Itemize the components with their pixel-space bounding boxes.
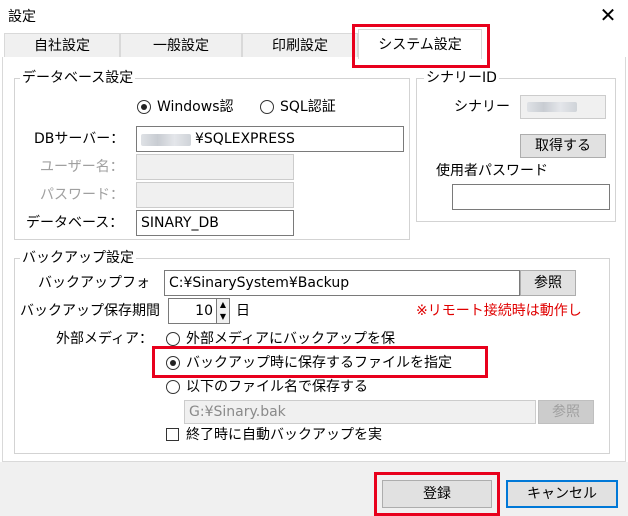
sinary-id-legend: シナリーID: [424, 69, 499, 87]
spin-down-icon[interactable]: ▼: [217, 311, 229, 323]
db-server-input[interactable]: ¥SQLEXPRESS: [136, 126, 404, 152]
backup-folder-browse-button[interactable]: 参照: [520, 270, 576, 296]
retention-label: バックアップ保存期間: [20, 303, 160, 319]
db-name-input[interactable]: SINARY_DB: [136, 210, 294, 236]
redacted-sinary-id: [527, 102, 577, 112]
user-password-input[interactable]: [452, 184, 610, 210]
option-filename-label: 以下のファイル名で保存する: [186, 379, 368, 395]
tab-company-settings[interactable]: 自社設定: [4, 33, 120, 58]
cancel-button[interactable]: キャンセル: [506, 480, 618, 508]
retention-spinner[interactable]: ▲ ▼: [216, 298, 230, 324]
remote-note: ※リモート接続時は動作し: [416, 303, 582, 319]
backup-legend: バックアップ設定: [20, 249, 136, 267]
db-password-label: パスワード：: [40, 187, 124, 203]
backup-folder-input[interactable]: C:¥SinarySystem¥Backup: [164, 270, 520, 296]
auto-backup-checkbox[interactable]: [166, 428, 179, 441]
user-password-label: 使用者パスワード: [436, 163, 548, 179]
auth-windows-label: Windows認: [157, 99, 234, 115]
close-icon[interactable]: ✕: [596, 2, 620, 28]
external-media-label: 外部メディア：: [56, 331, 154, 347]
sinary-id-field: [520, 95, 606, 119]
retention-unit: 日: [236, 303, 250, 319]
highlight-tab-system: [352, 24, 490, 68]
db-name-label: データベース：: [26, 215, 124, 231]
retention-input[interactable]: 10: [168, 298, 218, 324]
db-user-input[interactable]: [136, 154, 294, 180]
highlight-specify-file: [152, 346, 488, 378]
db-user-label: ユーザー名：: [40, 159, 124, 175]
auth-sql-radio[interactable]: [260, 100, 274, 114]
auto-backup-label: 終了時に自動バックアップを実: [186, 427, 382, 443]
auth-windows-radio[interactable]: [137, 100, 151, 114]
tab-print-settings[interactable]: 印刷設定: [242, 33, 358, 58]
option-filename-radio[interactable]: [166, 380, 180, 394]
sinary-id-label: シナリー: [454, 99, 510, 115]
tab-general-settings[interactable]: 一般設定: [120, 33, 242, 58]
acquire-button[interactable]: 取得する: [520, 134, 606, 158]
db-server-value: ¥SQLEXPRESS: [195, 131, 295, 147]
auth-sql-label: SQL認証: [280, 99, 336, 115]
spin-up-icon[interactable]: ▲: [217, 299, 229, 311]
option-external-media-radio[interactable]: [166, 332, 180, 346]
backup-filename-browse-button[interactable]: 参照: [538, 400, 594, 424]
database-legend: データベース設定: [20, 69, 136, 87]
backup-folder-label: バックアップフォ: [38, 275, 150, 291]
redacted-server-name: [141, 134, 191, 146]
db-password-input[interactable]: [136, 182, 294, 208]
backup-filename-input[interactable]: G:¥Sinary.bak: [184, 400, 536, 424]
window-title: 設定: [8, 9, 36, 25]
db-server-label: DBサーバー：: [34, 131, 125, 147]
highlight-register-button: [374, 472, 500, 516]
